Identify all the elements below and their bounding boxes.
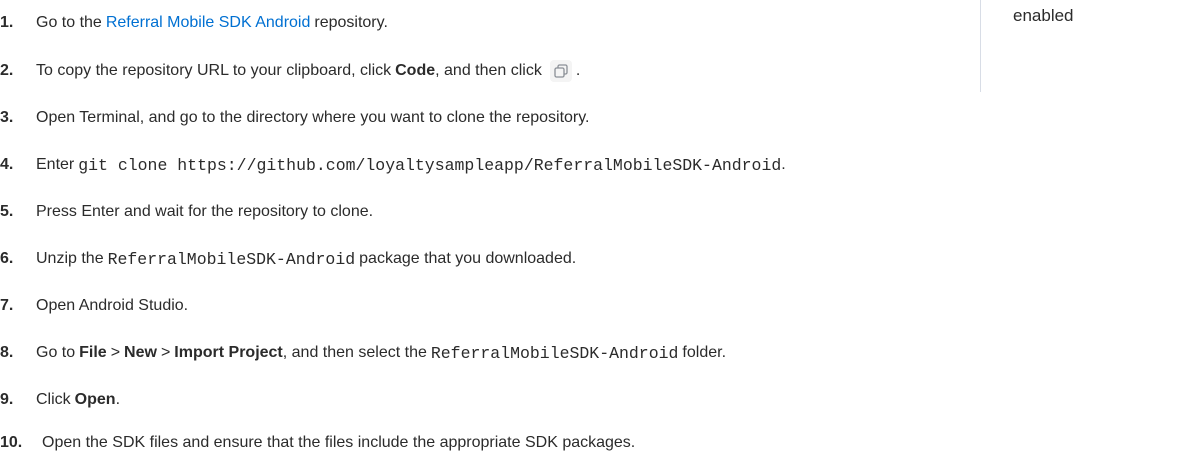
- step-text: .: [781, 156, 786, 173]
- ui-term-open: Open: [74, 391, 116, 408]
- step-5: 5. Press Enter and wait for the reposito…: [0, 200, 373, 224]
- step-number: 8.: [0, 344, 14, 361]
- step-text: Enter: [36, 156, 75, 173]
- step-text: repository.: [314, 14, 388, 31]
- code-snippet: ReferralMobileSDK-Android: [430, 343, 679, 363]
- step-text: To copy the repository URL to your clipb…: [36, 62, 392, 79]
- step-text: Go to the: [36, 14, 102, 31]
- step-number: 5.: [0, 203, 14, 220]
- step-text: .: [575, 62, 581, 79]
- step-number: 6.: [0, 250, 14, 267]
- step-text: Open the SDK files and ensure that the f…: [42, 434, 636, 451]
- step-number: 3.: [0, 109, 14, 126]
- step-2: 2. To copy the repository URL to your cl…: [0, 59, 580, 83]
- step-text: folder.: [682, 344, 727, 361]
- step-10: 10. Open the SDK files and ensure that t…: [0, 431, 635, 455]
- step-3: 3. Open Terminal, and go to the director…: [0, 106, 590, 130]
- step-7: 7. Open Android Studio.: [0, 294, 188, 318]
- step-number: 7.: [0, 297, 14, 314]
- step-number: 9.: [0, 391, 14, 408]
- menu-separator: >: [110, 344, 121, 361]
- ui-term-new: New: [124, 344, 157, 361]
- code-snippet: ReferralMobileSDK-Android: [107, 249, 356, 269]
- step-text: package that you downloaded.: [359, 250, 577, 267]
- menu-separator: >: [160, 344, 171, 361]
- step-text: .: [115, 391, 121, 408]
- step-4: 4. Enter git clone https://github.com/lo…: [0, 153, 786, 177]
- step-text: Unzip the: [36, 250, 104, 267]
- code-snippet: git clone https://github.com/loyaltysamp…: [78, 155, 782, 175]
- step-number: 1.: [0, 14, 14, 31]
- ui-term-import-project: Import Project: [174, 344, 283, 361]
- copy-icon: [549, 60, 572, 82]
- table-cell: enabled: [980, 0, 1194, 92]
- step-number: 10.: [0, 434, 23, 451]
- step-number: 4.: [0, 156, 14, 173]
- step-number: 2.: [0, 62, 14, 79]
- step-9: 9. Click Open .: [0, 388, 120, 412]
- step-text: , and then click: [435, 62, 542, 79]
- step-8: 8. Go to File > New > Import Project , a…: [0, 341, 726, 365]
- step-text: Open Terminal, and go to the directory w…: [36, 109, 590, 126]
- ui-term-file: File: [79, 344, 107, 361]
- step-text: Open Android Studio.: [36, 297, 189, 314]
- step-text: Click: [36, 391, 71, 408]
- step-6: 6. Unzip the ReferralMobileSDK-Android p…: [0, 247, 576, 271]
- step-text: , and then select the: [282, 344, 427, 361]
- step-1: 1. Go to the Referral Mobile SDK Android…: [0, 11, 388, 35]
- cell-text: enabled: [1013, 6, 1074, 25]
- ui-term-code: Code: [395, 62, 436, 79]
- step-text: Go to: [36, 344, 76, 361]
- step-text: Press Enter and wait for the repository …: [36, 203, 374, 220]
- referral-sdk-repo-link[interactable]: Referral Mobile SDK Android: [106, 14, 311, 32]
